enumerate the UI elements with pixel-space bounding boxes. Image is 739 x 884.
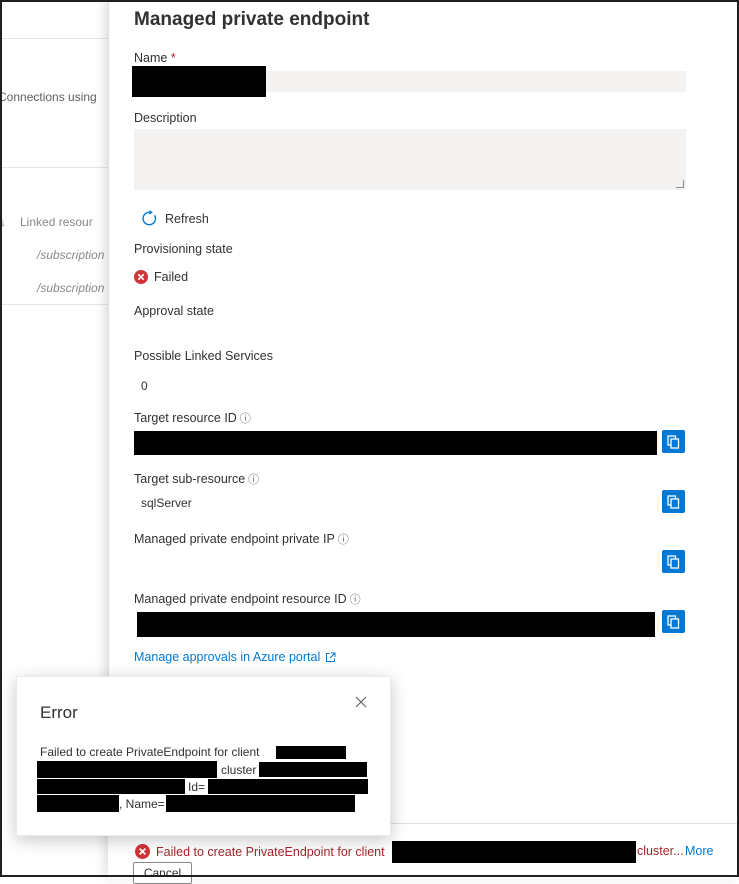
redacted-cluster-cont: [37, 779, 185, 794]
error-line-3: Id=: [188, 780, 206, 794]
resize-grip-icon[interactable]: [676, 180, 684, 188]
cancel-button[interactable]: Cancel: [133, 862, 192, 884]
error-line-4: , Name=: [119, 797, 165, 811]
error-line-2: cluster: [221, 763, 257, 777]
copy-icon: [667, 554, 680, 569]
more-link[interactable]: More: [685, 844, 713, 858]
linked-resources-header[interactable]: ↓ Linked resour: [0, 215, 93, 229]
provisioning-state-value: Failed: [134, 270, 188, 284]
required-marker: *: [170, 51, 176, 65]
copy-icon: [667, 614, 680, 629]
provisioning-state-label: Provisioning state: [134, 242, 233, 256]
sort-arrow-icon: ↓: [0, 215, 6, 229]
refresh-icon: [142, 210, 157, 226]
notification-cluster-text: cluster...: [637, 844, 684, 858]
info-icon: ⓘ: [337, 534, 349, 546]
target-sub-resource-value: sqlServer: [141, 496, 192, 510]
redacted-name: [166, 795, 355, 812]
copy-private-ip-button[interactable]: [662, 550, 685, 573]
error-line-1: Failed to create PrivateEndpoint for cli…: [40, 745, 260, 759]
description-field[interactable]: [134, 129, 686, 190]
redacted-client-cont: [37, 761, 217, 778]
private-ip-label: Managed private endpoint private IP ⓘ: [134, 532, 349, 546]
background-header: [0, 0, 110, 39]
copy-resource-id-button[interactable]: [662, 610, 685, 633]
name-label: Name *: [134, 51, 176, 65]
error-icon: [134, 270, 148, 284]
divider: [0, 167, 110, 168]
target-sub-resource-label: Target sub-resource ⓘ: [134, 472, 260, 486]
possible-linked-services-value: 0: [141, 379, 148, 393]
info-icon: ⓘ: [239, 413, 251, 425]
refresh-button[interactable]: Refresh: [141, 210, 209, 227]
resource-id-label: Managed private endpoint resource ID ⓘ: [134, 592, 361, 606]
copy-icon: [667, 494, 680, 509]
dialog-title: Error: [40, 703, 78, 722]
list-item[interactable]: /subscription: [37, 248, 104, 262]
redacted-name: [132, 66, 266, 97]
target-resource-id-label: Target resource ID ⓘ: [134, 411, 251, 425]
possible-linked-services-label: Possible Linked Services: [134, 349, 273, 363]
refresh-label: Refresh: [165, 211, 209, 226]
redacted-id: [208, 779, 368, 794]
copy-target-resource-id-button[interactable]: [662, 430, 685, 453]
notification-message: Failed to create PrivateEndpoint for cli…: [135, 844, 385, 859]
redacted-id-cont: [37, 795, 119, 812]
panel-title: Managed private endpoint: [134, 9, 370, 30]
close-icon[interactable]: [354, 695, 368, 709]
approval-state-label: Approval state: [134, 304, 214, 318]
redacted-target-resource-id: [134, 431, 657, 455]
manage-approvals-link[interactable]: Manage approvals in Azure portal: [134, 650, 336, 664]
error-dialog: Error Failed to create PrivateEndpoint f…: [16, 676, 391, 836]
redacted-resource-id: [137, 612, 655, 637]
divider: [0, 304, 110, 305]
info-icon: ⓘ: [248, 474, 260, 486]
connections-text: Connections using: [0, 90, 97, 104]
copy-icon: [667, 434, 680, 449]
redacted-client-id: [392, 841, 636, 863]
external-link-icon: [326, 652, 336, 662]
redacted-client: [276, 746, 346, 759]
list-item[interactable]: /subscription: [37, 281, 104, 295]
redacted-cluster: [259, 762, 367, 777]
error-icon: [135, 844, 150, 859]
info-icon: ⓘ: [349, 594, 361, 606]
copy-target-sub-resource-button[interactable]: [662, 490, 685, 513]
description-label: Description: [134, 111, 197, 125]
